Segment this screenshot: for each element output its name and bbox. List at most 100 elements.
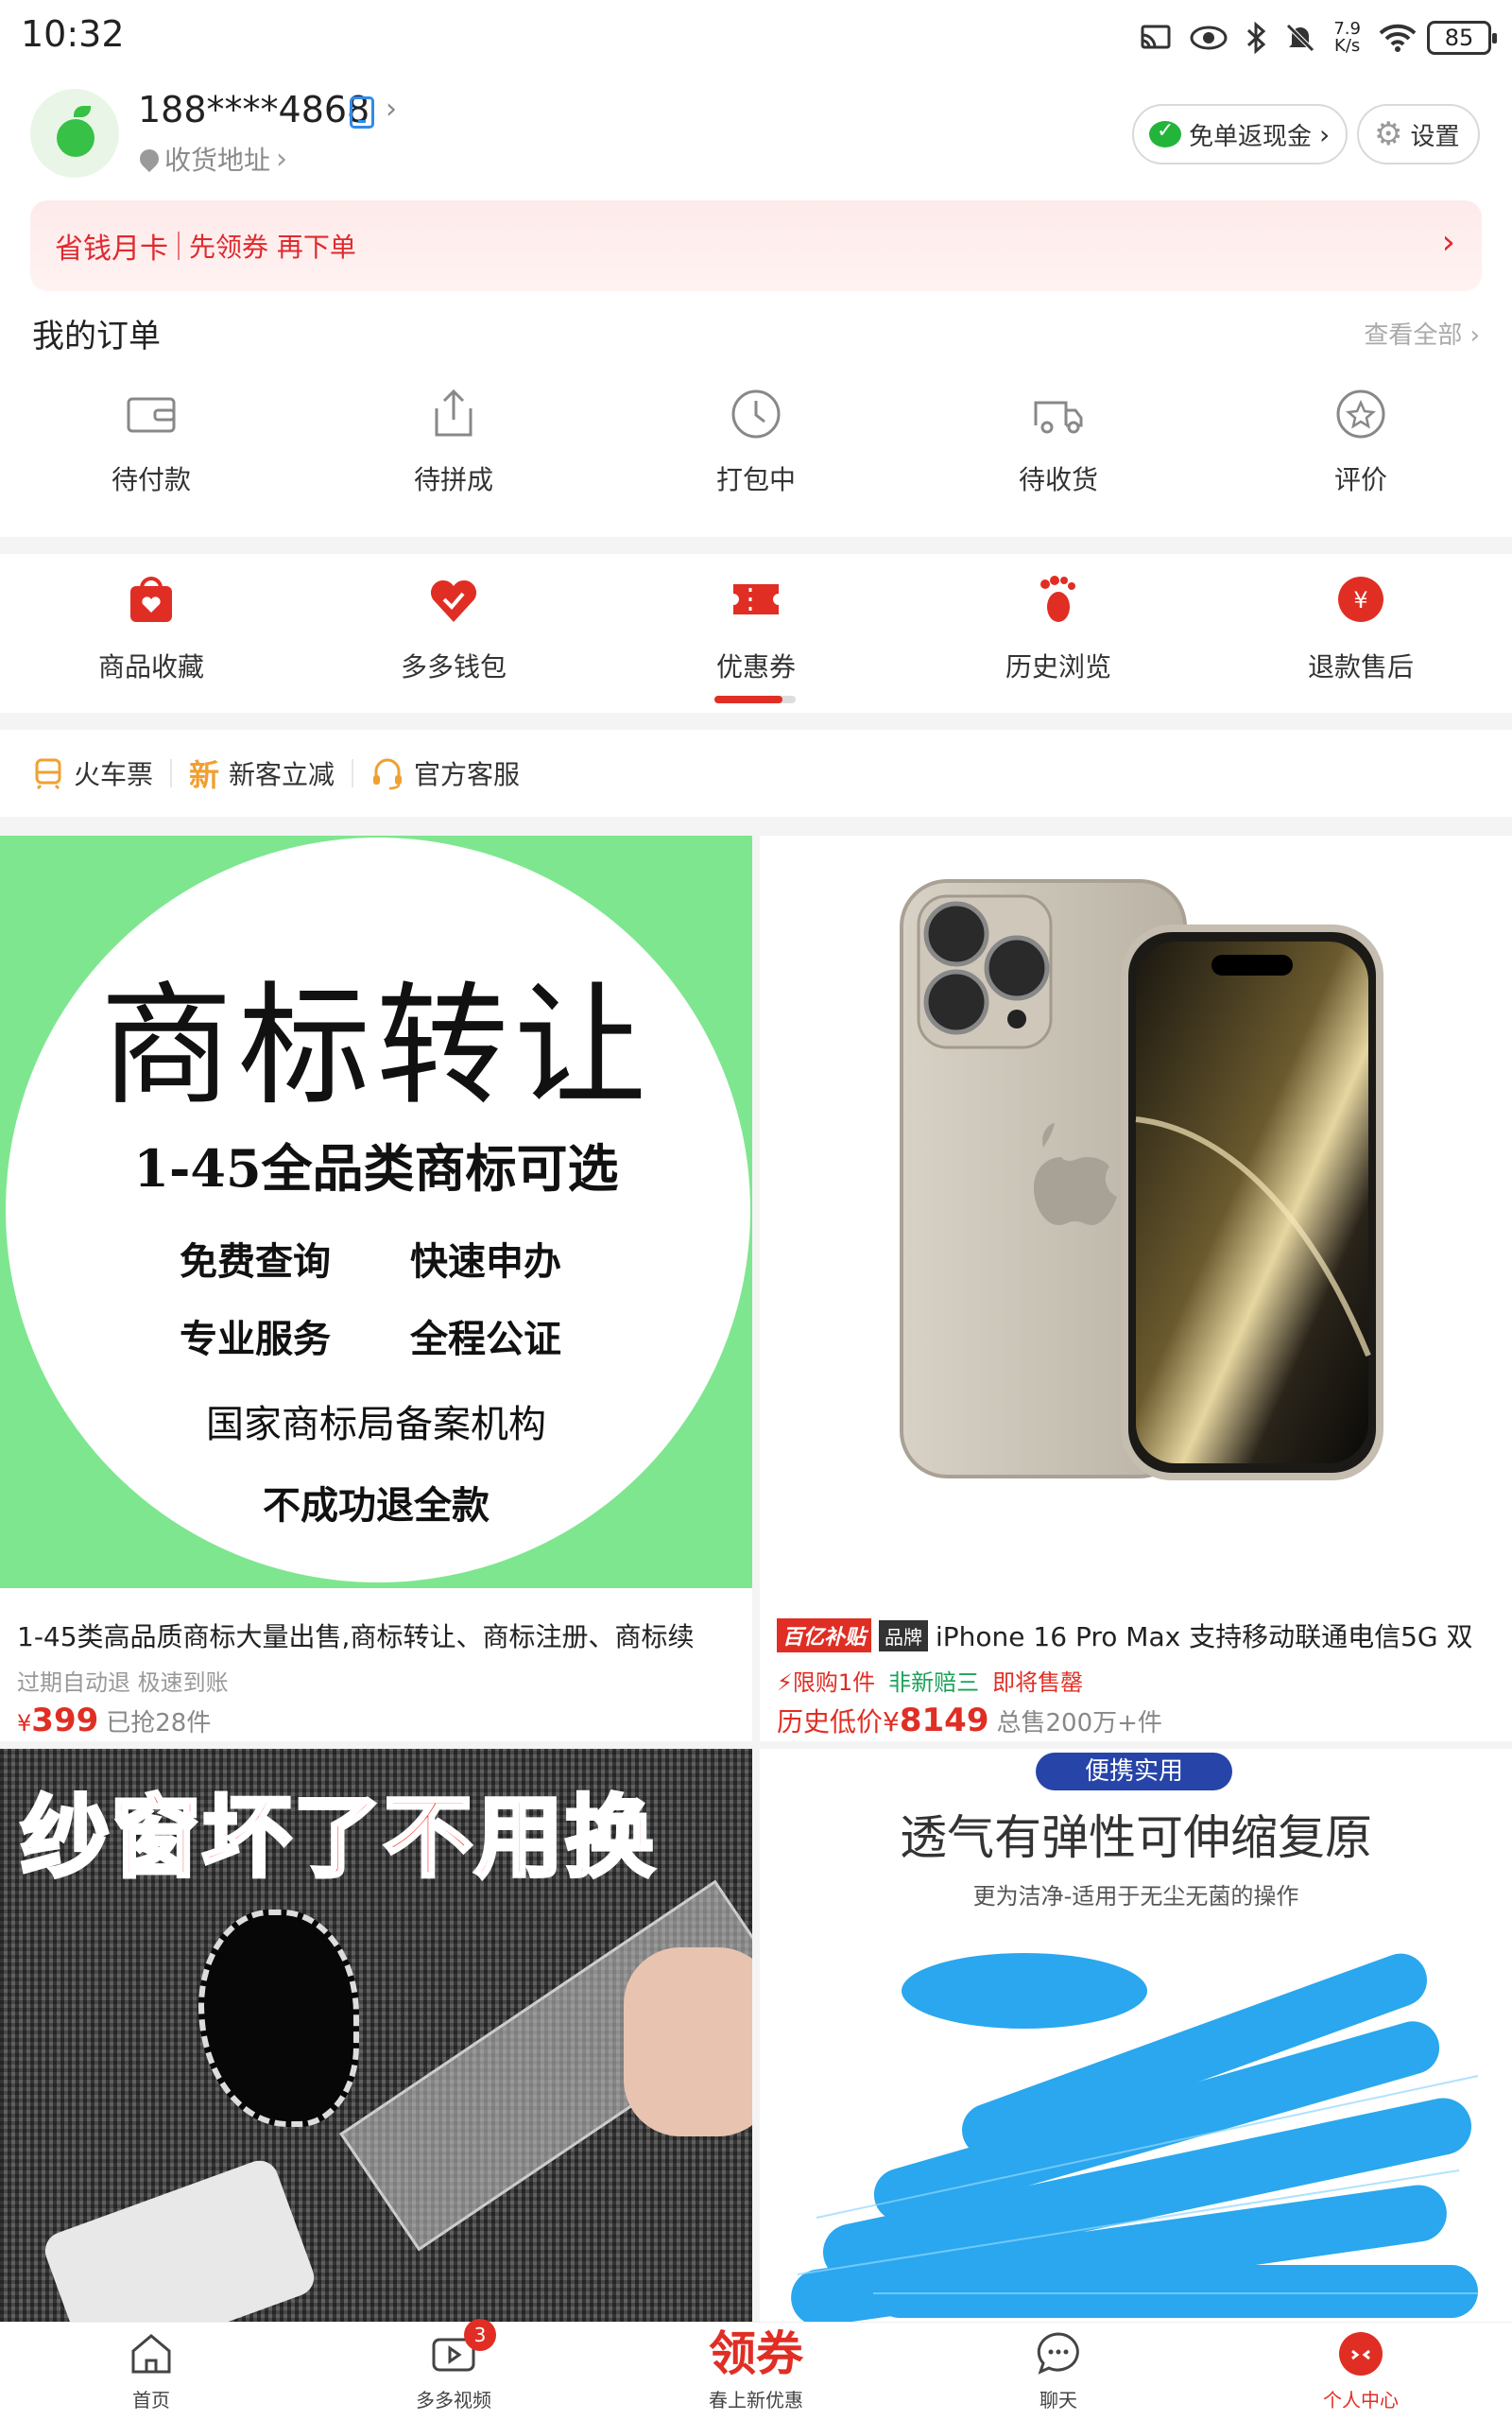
product-card[interactable]: 便携实用 透气有弹性可伸缩复原 更为洁净-适用于无尘无菌的操作 <box>760 1749 1512 2322</box>
view-all-orders-link[interactable]: 查看全部 › <box>1364 316 1480 351</box>
price-value: 399 <box>31 1702 99 1739</box>
product-card[interactable]: 纱窗坏了不用换 <box>0 1749 752 2322</box>
bottom-tab-bar: 首页 3 多多视频 领券 春上新优惠 聊天 个人中心 <box>0 2319 1512 2420</box>
price-value: 8149 <box>899 1702 989 1739</box>
product-tags: 过期自动退 极速到账 <box>17 1669 229 1696</box>
product-image: 便携实用 透气有弹性可伸缩复原 更为洁净-适用于无尘无菌的操作 <box>760 1749 1512 2322</box>
tool-history[interactable]: 历史浏览 <box>964 573 1153 684</box>
limit-tag: ⚡限购1件 <box>777 1669 876 1696</box>
refund-icon: ¥ <box>1334 573 1387 626</box>
heart-wallet-icon <box>427 573 480 626</box>
mute-bell-icon <box>1286 24 1315 52</box>
product-card[interactable]: 百亿补贴 品牌 iPhone 16 Pro Max 支持移动联通电信5G 双 ⚡… <box>760 836 1512 1741</box>
address-link[interactable]: 收货地址 › <box>135 140 287 178</box>
status-icons: 7.9 K/s <box>1139 15 1418 60</box>
service-label: 新客立减 <box>229 759 335 790</box>
tool-wallet[interactable]: 多多钱包 <box>359 573 548 684</box>
wifi-icon <box>1379 24 1417 52</box>
order-pending-payment[interactable]: 待付款 <box>57 386 246 497</box>
image-line: 免费查询 <box>180 1239 331 1284</box>
currency-symbol: ¥ <box>883 1706 900 1737</box>
tool-label: 历史浏览 <box>1005 651 1111 683</box>
image-line: 专业服务 <box>180 1317 331 1361</box>
tab-coupons[interactable]: 领券 春上新优惠 <box>662 2328 850 2412</box>
order-label: 待付款 <box>111 464 191 495</box>
tool-label: 商品收藏 <box>97 651 204 683</box>
orders-section: 我的订单 查看全部 › 待付款 待拼成 打包中 待收货 评价 <box>0 291 1512 537</box>
shopping-bag-heart-icon <box>125 573 178 626</box>
sales-count: 总售200万+件 <box>996 1709 1162 1737</box>
settings-label: 设置 <box>1410 122 1460 151</box>
order-review[interactable]: 评价 <box>1266 386 1455 497</box>
section-divider <box>0 537 1512 554</box>
image-badge: 便携实用 <box>1036 1753 1232 1790</box>
service-train-tickets[interactable]: 火车票 <box>32 754 153 792</box>
share-icon <box>425 386 482 442</box>
order-pending-receipt[interactable]: 待收货 <box>964 386 1153 497</box>
order-label: 打包中 <box>715 464 796 495</box>
scroll-indicator <box>714 696 796 703</box>
image-headline: 商标转让 <box>99 970 652 1124</box>
tool-coupons[interactable]: 优惠券 <box>662 573 850 684</box>
banner-subtitle: 先领券 再下单 <box>189 232 356 263</box>
service-new-customer[interactable]: 新 新客立减 <box>189 752 335 795</box>
wallet-icon <box>123 386 180 442</box>
new-tag-icon: 新 <box>189 757 220 793</box>
wechat-icon <box>1149 119 1181 147</box>
order-pending-group[interactable]: 待拼成 <box>359 386 548 497</box>
truck-icon <box>1030 386 1087 442</box>
net-speed-unit: K/s <box>1334 36 1361 56</box>
address-label: 收货地址 <box>164 145 271 176</box>
tool-refund[interactable]: ¥ 退款售后 <box>1266 573 1455 684</box>
services-divider <box>335 759 370 787</box>
tab-video[interactable]: 3 多多视频 <box>359 2319 548 2412</box>
product-grid: 商标转让 1-45全品类商标可选 免费查询 快速申办 专业服务 全程公证 国家商… <box>0 817 1512 2322</box>
product-card[interactable]: 商标转让 1-45全品类商标可选 免费查询 快速申办 专业服务 全程公证 国家商… <box>0 836 752 1741</box>
avatar[interactable] <box>30 89 119 178</box>
brand-badge: 品牌 <box>879 1619 929 1651</box>
price-row: 历史低价¥8149 总售200万+件 <box>777 1702 1162 1739</box>
services-row: 火车票 新 新客立减 官方客服 <box>0 730 1512 817</box>
tab-label: 春上新优惠 <box>709 2389 803 2411</box>
image-line: 国家商标局备案机构 <box>206 1403 546 1446</box>
service-customer-support[interactable]: 官方客服 <box>370 754 520 792</box>
tool-favorites[interactable]: 商品收藏 <box>57 573 246 684</box>
stock-tag: 即将售罄 <box>992 1669 1084 1696</box>
service-label: 火车票 <box>74 759 154 790</box>
image-line: 不成功退全款 <box>263 1483 490 1528</box>
tool-label: 优惠券 <box>715 651 796 683</box>
cast-icon <box>1141 25 1171 49</box>
phone-product-illustration <box>900 879 1383 1480</box>
location-pin-icon <box>135 145 163 173</box>
product-image: 纱窗坏了不用换 <box>0 1749 752 2322</box>
net-speed: 7.9 K/s <box>1333 21 1361 55</box>
sales-count: 已抢28件 <box>106 1709 212 1737</box>
tab-label: 个人中心 <box>1323 2389 1399 2411</box>
savings-card-banner[interactable]: 省钱月卡 先领券 再下单 › <box>30 200 1482 291</box>
product-price: 历史低价¥8149 <box>777 1702 988 1739</box>
settings-button[interactable]: ⚙ 设置 <box>1357 104 1480 164</box>
status-bar: 10:32 7.9 K/s 85 <box>0 0 1512 76</box>
coupon-text-icon: 领券 <box>709 2326 803 2381</box>
train-icon <box>35 758 61 789</box>
tab-home[interactable]: 首页 <box>57 2328 246 2412</box>
tool-label: 退款售后 <box>1307 651 1414 683</box>
service-label: 官方客服 <box>414 759 521 790</box>
chevron-right-icon: › <box>1441 223 1455 262</box>
gear-icon: ⚙ <box>1374 115 1403 153</box>
phone-number[interactable]: 188****4868 <box>138 89 369 130</box>
banner-title: 省钱月卡 <box>55 233 168 266</box>
cashback-label: 免单返现金 <box>1189 122 1313 151</box>
finger <box>624 1947 752 2136</box>
product-tags: ⚡限购1件 非新赔三 即将售罄 <box>777 1664 1083 1697</box>
limit-tag-text: 限购1件 <box>792 1669 876 1696</box>
order-packing[interactable]: 打包中 <box>662 386 850 497</box>
eye-icon <box>1190 26 1228 50</box>
tab-label: 多多视频 <box>416 2389 491 2411</box>
star-badge-icon <box>1332 386 1389 442</box>
tab-chat[interactable]: 聊天 <box>964 2328 1153 2412</box>
order-label: 待收货 <box>1018 464 1098 495</box>
cashback-button[interactable]: 免单返现金 › <box>1132 104 1348 164</box>
banner-divider <box>178 232 180 260</box>
tab-profile[interactable]: 个人中心 <box>1266 2328 1455 2412</box>
